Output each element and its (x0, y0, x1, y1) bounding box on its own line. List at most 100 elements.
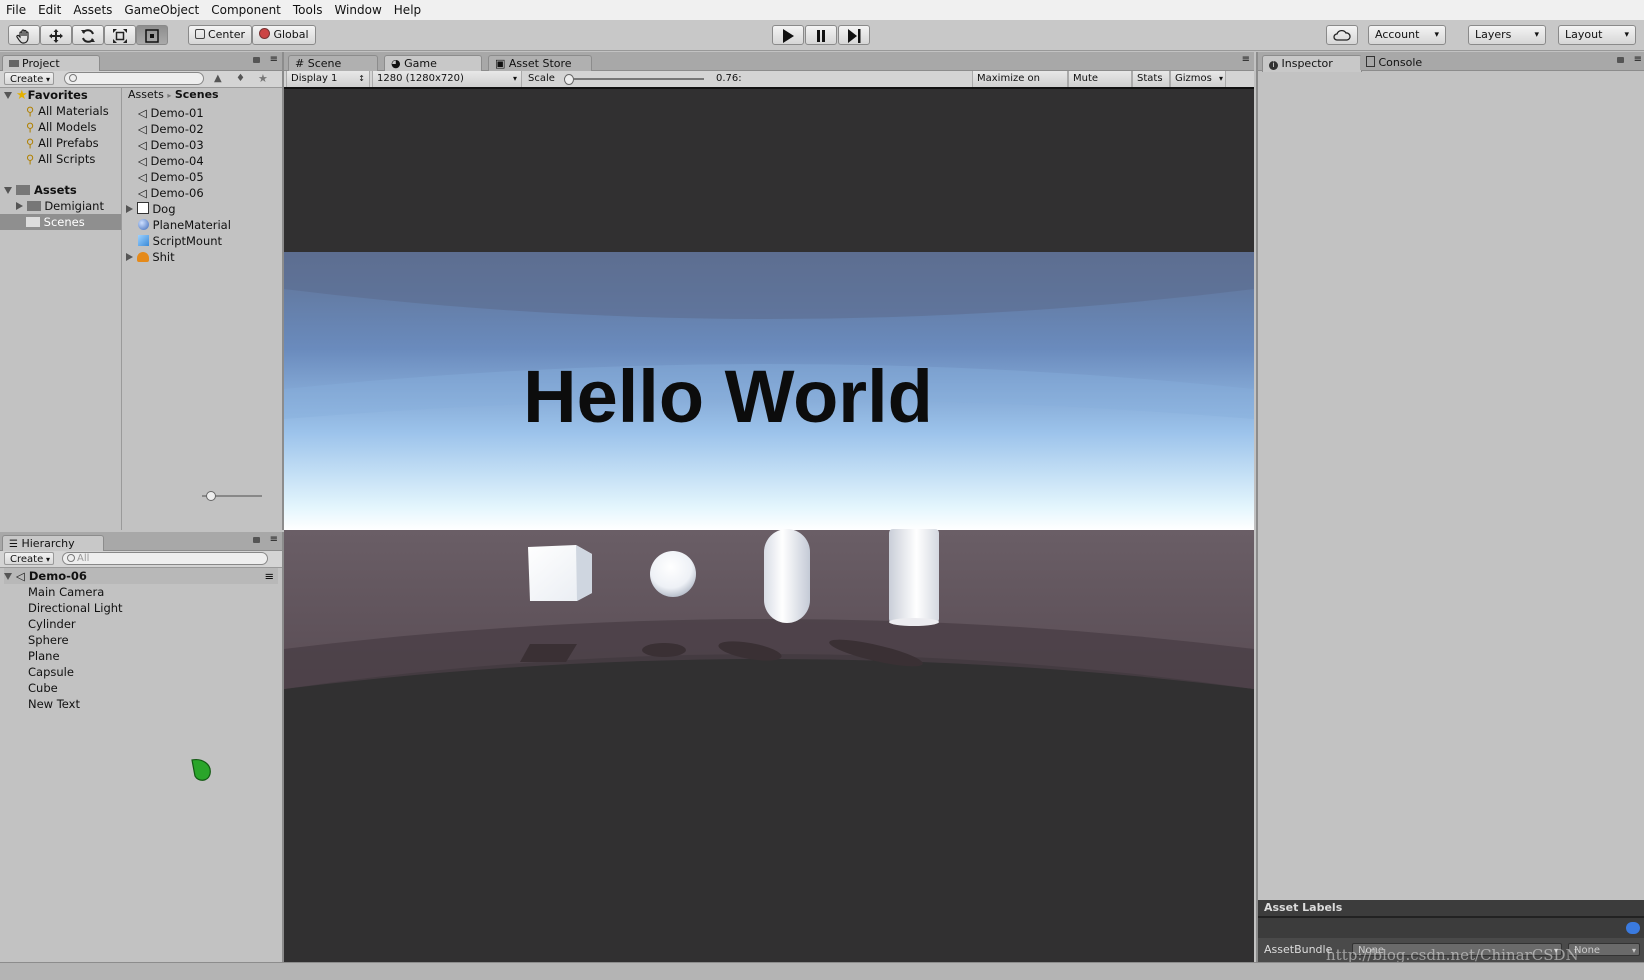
favorite-item[interactable]: ⚲ All Materials (26, 103, 109, 119)
grid-icon: # (295, 57, 305, 70)
tab-console[interactable]: Console (1360, 55, 1456, 70)
breadcrumb-item[interactable]: Scenes (175, 88, 219, 101)
scale-label: Scale (528, 73, 555, 84)
menu-assets[interactable]: Assets (67, 0, 118, 19)
hierarchy-item[interactable]: Main Camera (28, 584, 104, 600)
expand-triangle-icon (4, 573, 12, 580)
favorites-header[interactable]: ★Favorites (4, 87, 88, 103)
panel-menu-icon[interactable]: ≡ (270, 55, 278, 65)
scene-menu-icon[interactable]: ≡ (264, 568, 274, 584)
scale-slider[interactable] (564, 74, 704, 85)
display-dropdown[interactable]: Display 1 ↕ (286, 71, 370, 87)
hierarchy-item[interactable]: Plane (28, 648, 60, 664)
icon-size-slider[interactable] (202, 491, 262, 501)
menu-gameobject[interactable]: GameObject (118, 0, 205, 19)
folder-item[interactable]: Demigiant (16, 198, 104, 214)
account-dropdown[interactable]: Account (1368, 25, 1446, 45)
space-global-button[interactable]: Global (252, 25, 316, 45)
hierarchy-item[interactable]: Sphere (28, 632, 69, 648)
scene-header[interactable]: ◁ Demo-06 ≡ (4, 568, 278, 584)
lock-icon[interactable] (253, 57, 260, 63)
tab-game[interactable]: ◕ Game (384, 55, 482, 72)
pivot-center-button[interactable]: Center (188, 25, 252, 45)
file-item[interactable]: ◁ Demo-01 (138, 105, 204, 121)
tab-asset-store[interactable]: ▣ Asset Store (488, 55, 592, 71)
favorite-item[interactable]: ⚲ All Models (26, 119, 97, 135)
favorite-item[interactable]: ⚲ All Scripts (26, 151, 95, 167)
capsule-object (764, 529, 810, 623)
lock-icon[interactable] (253, 537, 260, 543)
maximize-on-play-toggle[interactable]: Maximize on Play (972, 71, 1068, 100)
tab-project[interactable]: Project (2, 55, 100, 72)
hierarchy-item[interactable]: New Text (28, 696, 80, 712)
file-item[interactable]: PlaneMaterial (138, 217, 231, 233)
mute-audio-toggle[interactable]: Mute audio (1068, 71, 1132, 100)
folder-item-selected[interactable]: Scenes (0, 214, 121, 230)
panel-menu-icon[interactable]: ≡ (270, 535, 278, 545)
gizmos-label: Gizmos (1175, 73, 1212, 84)
menu-component[interactable]: Component (205, 0, 287, 19)
play-icon (783, 29, 794, 43)
project-create-button[interactable]: Create (4, 72, 54, 86)
file-item[interactable]: ◁ Demo-02 (138, 121, 204, 137)
scale-tool-button[interactable] (104, 25, 136, 45)
hand-tool-button[interactable] (8, 25, 40, 45)
layout-dropdown[interactable]: Layout (1558, 25, 1636, 45)
favorite-item[interactable]: ⚲ All Prefabs (26, 135, 99, 151)
hierarchy-create-button[interactable]: Create (4, 552, 54, 566)
file-item[interactable]: ◁ Demo-03 (138, 137, 204, 153)
filter-by-label-icon[interactable]: ♦ (236, 73, 245, 84)
file-item[interactable]: ScriptMount (138, 233, 222, 249)
scale-control: Scale 0.76: (524, 71, 746, 87)
stats-toggle[interactable]: Stats (1132, 71, 1170, 87)
hierarchy-panel: ☰ Hierarchy ≡ Create All ◁ Demo-06 ≡ Main… (0, 532, 284, 962)
menu-edit[interactable]: Edit (32, 0, 67, 19)
hierarchy-item[interactable]: Cube (28, 680, 58, 696)
file-item[interactable]: ◁ Demo-05 (138, 169, 204, 185)
play-button[interactable] (772, 25, 804, 45)
menu-help[interactable]: Help (388, 0, 427, 19)
lock-icon[interactable] (1617, 57, 1624, 63)
prefab-cube-icon (138, 235, 149, 246)
sphere-shadow (642, 643, 686, 657)
file-item[interactable]: Dog (126, 201, 176, 217)
tag-icon[interactable] (1626, 922, 1640, 934)
hierarchy-item[interactable]: Capsule (28, 664, 74, 680)
resolution-dropdown[interactable]: 1280 (1280x720) ▾ (372, 71, 522, 87)
step-button[interactable] (838, 25, 870, 45)
tab-inspector[interactable]: i Inspector (1262, 55, 1362, 72)
folder-icon (26, 217, 40, 227)
cloud-button[interactable] (1326, 25, 1358, 45)
move-tool-button[interactable] (40, 25, 72, 45)
menu-file[interactable]: File (0, 0, 32, 19)
layers-dropdown[interactable]: Layers (1468, 25, 1546, 45)
hierarchy-search-input[interactable]: All (62, 552, 268, 565)
hierarchy-item[interactable]: Directional Light (28, 600, 123, 616)
menu-window[interactable]: Window (328, 0, 387, 19)
pause-button[interactable] (805, 25, 837, 45)
hierarchy-item[interactable]: Cylinder (28, 616, 76, 632)
file-item[interactable]: ◁ Demo-06 (138, 185, 204, 201)
rect-tool-button[interactable] (136, 25, 168, 45)
collapsed-triangle-icon (126, 205, 133, 213)
project-search-input[interactable] (64, 72, 204, 85)
menu-tools[interactable]: Tools (287, 0, 329, 19)
tab-scene[interactable]: # Scene (288, 55, 378, 71)
game-viewport[interactable]: Hello World (284, 87, 1254, 964)
breadcrumb-item[interactable]: Assets (128, 88, 164, 101)
favorite-star-icon[interactable]: ★ (258, 72, 268, 85)
asset-bundle-variant-dropdown[interactable]: None (1568, 943, 1640, 957)
rotate-tool-button[interactable] (72, 25, 104, 45)
filter-by-type-icon[interactable]: ▲ (214, 73, 222, 84)
panel-menu-icon[interactable]: ≡ (1634, 55, 1642, 65)
hierarchy-tabbar: ☰ Hierarchy ≡ (0, 532, 282, 552)
gizmos-dropdown[interactable]: Gizmos ▾ (1170, 71, 1226, 87)
panel-menu-icon[interactable]: ≡ (1242, 55, 1250, 65)
file-item[interactable]: Shit (126, 249, 175, 265)
tab-hierarchy[interactable]: ☰ Hierarchy (2, 535, 104, 552)
file-item[interactable]: ◁ Demo-04 (138, 153, 204, 169)
slider-thumb[interactable] (564, 74, 574, 85)
asset-store-tab-label: Asset Store (508, 57, 572, 70)
assets-header[interactable]: Assets (4, 182, 77, 198)
slider-thumb[interactable] (206, 491, 216, 501)
